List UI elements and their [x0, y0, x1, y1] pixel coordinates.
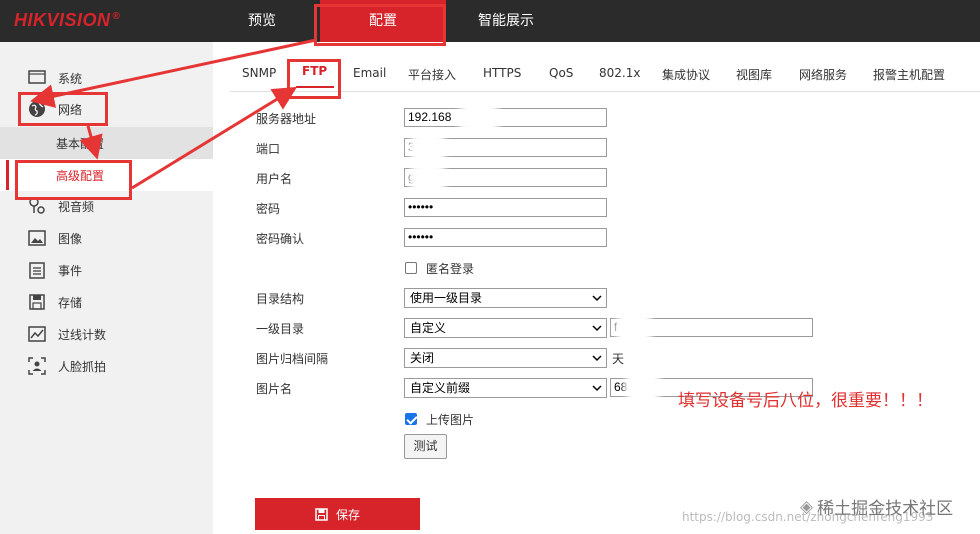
annotation-arrows	[30, 38, 317, 190]
arrow-advanced-to-ftp	[131, 86, 298, 190]
juejin-logo-icon: ◈	[800, 496, 814, 517]
arrow-config-to-network	[30, 38, 317, 108]
watermark-site: ◈ 稀土掘金技术社区	[800, 496, 954, 520]
arrow-network-to-advanced	[79, 125, 103, 160]
